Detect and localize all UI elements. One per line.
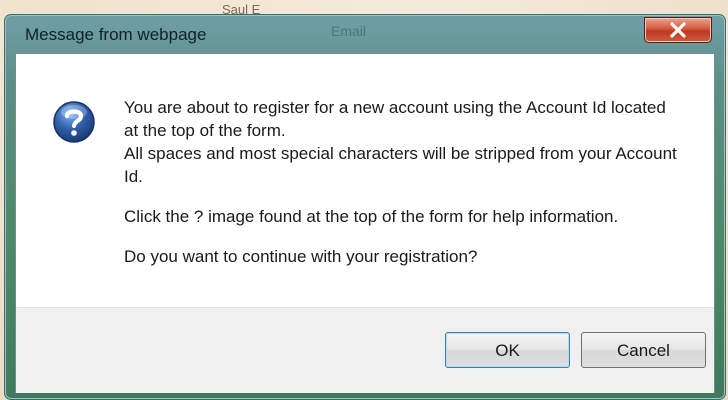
background-ghost-text: Email <box>331 23 367 39</box>
ok-button[interactable]: OK <box>445 332 570 368</box>
message-line-1: You are about to register for a new acco… <box>124 98 666 140</box>
message-dialog: Message from webpage Email You are about… <box>4 14 726 400</box>
question-icon <box>53 101 95 143</box>
message-line-4: Do you want to continue with your regist… <box>124 247 478 266</box>
message-line-2: All spaces and most special characters w… <box>124 144 677 186</box>
dialog-title: Message from webpage <box>25 25 207 44</box>
dialog-footer: OK Cancel <box>16 307 714 393</box>
cancel-button[interactable]: Cancel <box>581 332 706 368</box>
dialog-message: You are about to register for a new acco… <box>124 96 684 268</box>
message-line-3: Click the ? image found at the top of th… <box>124 207 619 226</box>
dialog-body: You are about to register for a new acco… <box>15 53 715 393</box>
message-area: You are about to register for a new acco… <box>16 54 714 304</box>
close-button[interactable] <box>644 17 712 43</box>
close-icon <box>670 22 686 38</box>
